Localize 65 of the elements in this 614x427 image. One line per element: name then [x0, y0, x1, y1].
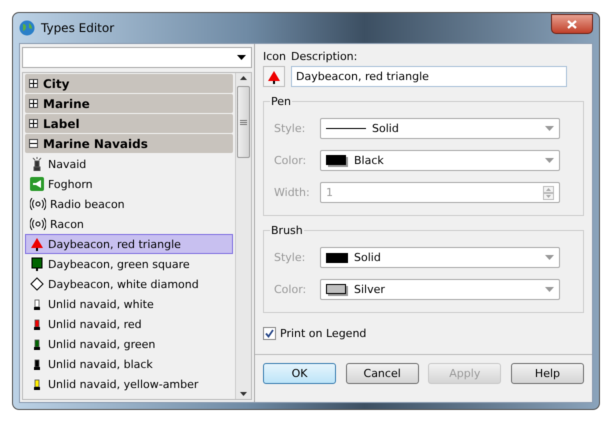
dropdown[interactable]: Black	[320, 150, 560, 171]
dialog-button[interactable]: Help	[510, 363, 584, 384]
brush-legend: Brush	[270, 224, 304, 237]
field-label: Color:	[274, 154, 308, 167]
tree-item[interactable]: Radio beacon	[25, 194, 233, 214]
expand-icon[interactable]	[29, 119, 38, 128]
checkbox-label: Print on Legend	[280, 327, 366, 340]
tree-item[interactable]: Unlid navaid, green	[25, 334, 233, 354]
tree-item[interactable]: Daybeacon, red triangle	[25, 234, 233, 254]
description-label: Description:	[291, 50, 358, 63]
group-label: City	[43, 76, 70, 90]
pen-legend: Pen	[270, 95, 292, 108]
field-label: Width:	[274, 186, 311, 199]
dropdown[interactable]: Solid	[320, 118, 560, 139]
group-label: Label	[43, 116, 80, 130]
dialog-button[interactable]: OK	[263, 363, 336, 384]
group-header[interactable]: Label	[25, 114, 233, 133]
field-label: Color:	[274, 283, 308, 296]
dropdown-caret-icon	[545, 287, 554, 292]
tree-item[interactable]: Unlid navaid, black	[25, 354, 233, 374]
triangle-icon	[267, 70, 281, 84]
dropdown[interactable]: Solid	[320, 247, 560, 268]
tree-item[interactable]: Navaid	[25, 154, 233, 174]
tree-item[interactable]: Foghorn	[25, 174, 233, 194]
tree-item[interactable]: Unlid navaid, white	[25, 294, 233, 314]
scroll-up-icon	[240, 76, 247, 80]
icon-preview[interactable]	[263, 66, 285, 87]
tree-item[interactable]: Daybeacon, green square	[25, 254, 233, 274]
expand-icon[interactable]	[29, 99, 38, 108]
globe-icon	[19, 20, 35, 36]
checkmark-icon	[265, 329, 274, 338]
dropdown-caret-icon	[545, 126, 554, 131]
group-header[interactable]: Marine	[25, 94, 233, 113]
horn-icon	[30, 177, 44, 191]
line-sample-icon	[326, 127, 366, 130]
expand-icon[interactable]	[29, 79, 38, 88]
field-label: Style:	[274, 122, 306, 135]
scroll-down-icon	[240, 392, 247, 396]
tree-item[interactable]: Unlid navaid, red	[25, 314, 233, 334]
dialog-button[interactable]: Cancel	[346, 363, 419, 384]
close-icon	[567, 20, 577, 28]
radio-waves-icon	[30, 198, 46, 210]
group-header[interactable]: Marine Navaids	[25, 134, 233, 153]
close-button[interactable]	[551, 14, 593, 34]
collapse-icon[interactable]	[29, 139, 38, 148]
tree-item[interactable]: Racon	[25, 214, 233, 234]
scroll-thumb[interactable]	[237, 86, 250, 158]
dropdown-caret-icon	[545, 158, 554, 163]
group-label: Marine Navaids	[43, 136, 148, 150]
tree-item[interactable]: Daybeacon, white diamond	[25, 274, 233, 294]
light-tower-icon	[30, 157, 44, 171]
dropdown-caret-icon	[545, 255, 554, 260]
group-label: Marine	[43, 96, 90, 110]
dropdown[interactable]: Silver	[320, 279, 560, 300]
spinner-arrows-icon	[543, 186, 554, 200]
group-header[interactable]: City	[25, 74, 233, 93]
description-field[interactable]: Daybeacon, red triangle	[291, 66, 567, 87]
icon-label: Icon	[263, 50, 286, 63]
window-title: Types Editor	[41, 21, 116, 35]
scrollbar[interactable]	[235, 73, 251, 399]
dropdown-caret-icon	[237, 55, 246, 60]
print-legend-checkbox[interactable]	[263, 327, 276, 340]
radio-waves-icon	[30, 218, 46, 230]
tree-item[interactable]: Unlid navaid, yellow-amber	[25, 374, 233, 394]
field-label: Style:	[274, 251, 306, 264]
